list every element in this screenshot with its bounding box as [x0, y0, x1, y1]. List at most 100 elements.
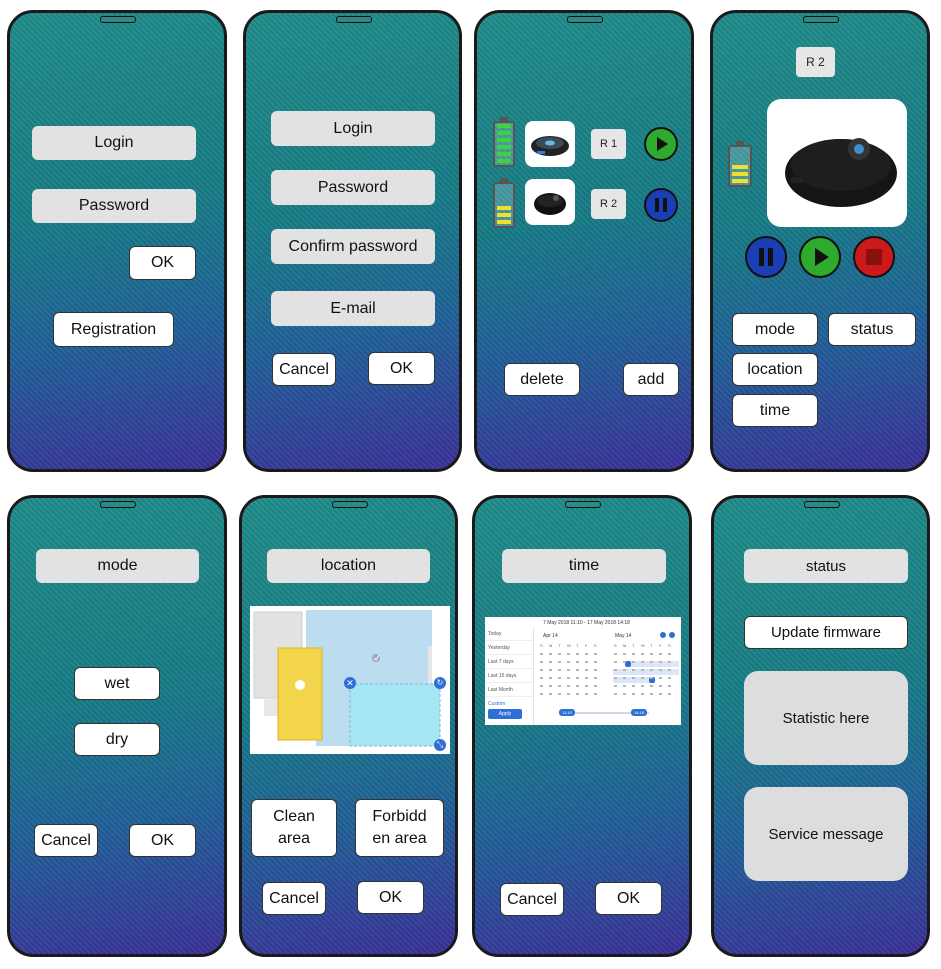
- weekday-label: S: [668, 643, 671, 648]
- pause-icon[interactable]: [745, 236, 787, 278]
- cancel-button[interactable]: Cancel: [500, 883, 564, 916]
- day-cell: [632, 693, 635, 695]
- weekday-label: S: [594, 643, 597, 648]
- day-cell: [614, 653, 617, 655]
- ok-button[interactable]: OK: [368, 352, 435, 385]
- day-cell: [576, 693, 579, 695]
- day-cell: [594, 693, 597, 695]
- day-cell: [632, 653, 635, 655]
- day-cell: [567, 685, 570, 687]
- day-cell: [614, 661, 617, 663]
- cancel-button[interactable]: Cancel: [262, 882, 326, 915]
- next-month-icon[interactable]: [669, 632, 675, 638]
- dry-button[interactable]: dry: [74, 723, 160, 756]
- confirm-password-field[interactable]: Confirm password: [271, 229, 435, 264]
- play-icon[interactable]: [644, 127, 678, 161]
- weekday-label: W: [641, 643, 645, 648]
- day-cell: [540, 677, 543, 679]
- day-cell: [623, 677, 626, 679]
- day-cell: [594, 685, 597, 687]
- prev-month-icon[interactable]: [660, 632, 666, 638]
- day-cell: [650, 693, 653, 695]
- password-field[interactable]: Password: [271, 170, 435, 205]
- resize-icon[interactable]: ⤡: [434, 739, 446, 751]
- phone-status-screen: status Update firmware Statistic here Se…: [711, 495, 930, 957]
- rotate-icon[interactable]: ↻: [434, 677, 446, 689]
- service-message-panel: Service message: [744, 787, 908, 881]
- ok-button[interactable]: OK: [129, 824, 196, 857]
- day-cell: [668, 653, 671, 655]
- weekday-label: T: [576, 643, 579, 648]
- robot-label-r1: R 1: [591, 129, 626, 159]
- day-cell: [623, 693, 626, 695]
- delete-button[interactable]: delete: [504, 363, 580, 396]
- day-cell: [659, 693, 662, 695]
- login-field[interactable]: Login: [32, 126, 196, 160]
- cancel-button[interactable]: Cancel: [272, 353, 336, 386]
- day-cell: [549, 669, 552, 671]
- date-range-picker[interactable]: 7 May 2018 11:10 - 17 May 2018 14:18 Tod…: [485, 617, 681, 725]
- day-cell: [641, 669, 644, 671]
- phone-login-screen: Login Password OK Registration: [7, 10, 227, 472]
- ok-button[interactable]: OK: [595, 882, 662, 915]
- close-icon[interactable]: ✕: [344, 677, 356, 689]
- weekday-label: T: [558, 643, 561, 648]
- clean-area-button[interactable]: Clean area: [251, 799, 337, 857]
- robot-title: R 2: [796, 47, 835, 77]
- floor-map[interactable]: ✕ ↻ ⤡: [250, 606, 450, 754]
- speaker-notch: [803, 501, 840, 508]
- pause-icon[interactable]: [644, 188, 678, 222]
- day-cell: [594, 661, 597, 663]
- ok-button[interactable]: OK: [357, 881, 424, 914]
- preset-last-month[interactable]: Last Month: [485, 683, 533, 697]
- speaker-notch: [803, 16, 839, 23]
- day-cell: [650, 661, 653, 663]
- email-field[interactable]: E-mail: [271, 291, 435, 326]
- cancel-button[interactable]: Cancel: [34, 824, 98, 857]
- preset-today[interactable]: Today: [485, 627, 533, 641]
- day-cell: [540, 669, 543, 671]
- day-cell: [623, 685, 626, 687]
- weekday-label: S: [540, 643, 543, 648]
- time-from-handle[interactable]: 11:10: [559, 709, 575, 716]
- preset-list: Today Yesterday Last 7 days Last 15 days…: [485, 627, 534, 725]
- month-left-title: Apr 14: [543, 633, 558, 639]
- robot-label-r2: R 2: [591, 189, 626, 219]
- robot-vacuum-image-r2[interactable]: [525, 179, 575, 225]
- preset-last-7-days[interactable]: Last 7 days: [485, 655, 533, 669]
- day-cell: [614, 685, 617, 687]
- time-button[interactable]: time: [732, 394, 818, 427]
- day-cell: [659, 661, 662, 663]
- robot-vacuum-image-r1[interactable]: [525, 121, 575, 167]
- add-button[interactable]: add: [623, 363, 679, 396]
- preset-yesterday[interactable]: Yesterday: [485, 641, 533, 655]
- day-cell: [650, 653, 653, 655]
- phone-robot-list-screen: R 1 R 2 delete add: [474, 10, 694, 472]
- mode-button[interactable]: mode: [732, 313, 818, 346]
- password-field[interactable]: Password: [32, 189, 196, 223]
- ok-button[interactable]: OK: [129, 246, 196, 280]
- location-button[interactable]: location: [732, 353, 818, 386]
- preset-last-15-days[interactable]: Last 15 days: [485, 669, 533, 683]
- apply-button[interactable]: Apply: [488, 709, 522, 719]
- forbidden-area-button[interactable]: Forbidd en area: [355, 799, 444, 857]
- login-field[interactable]: Login: [271, 111, 435, 146]
- play-icon[interactable]: [799, 236, 841, 278]
- battery-icon-r1: [493, 117, 515, 167]
- status-button[interactable]: status: [828, 313, 916, 346]
- update-firmware-button[interactable]: Update firmware: [744, 616, 908, 649]
- speaker-notch: [335, 16, 372, 23]
- time-to-handle[interactable]: 14:18: [631, 709, 647, 716]
- stop-icon[interactable]: [853, 236, 895, 278]
- screen-title: time: [502, 549, 666, 583]
- wet-button[interactable]: wet: [74, 667, 160, 700]
- registration-button[interactable]: Registration: [53, 312, 174, 347]
- day-cell: [641, 661, 644, 663]
- day-cell: [668, 661, 671, 663]
- day-cell: [549, 661, 552, 663]
- phone-mode-screen: mode wet dry Cancel OK: [7, 495, 227, 957]
- day-cell: [558, 693, 561, 695]
- weekday-label: F: [585, 643, 588, 648]
- check-icon: [295, 680, 305, 690]
- calendar-grids[interactable]: SMTWTFSSMTWTFS: [539, 641, 679, 707]
